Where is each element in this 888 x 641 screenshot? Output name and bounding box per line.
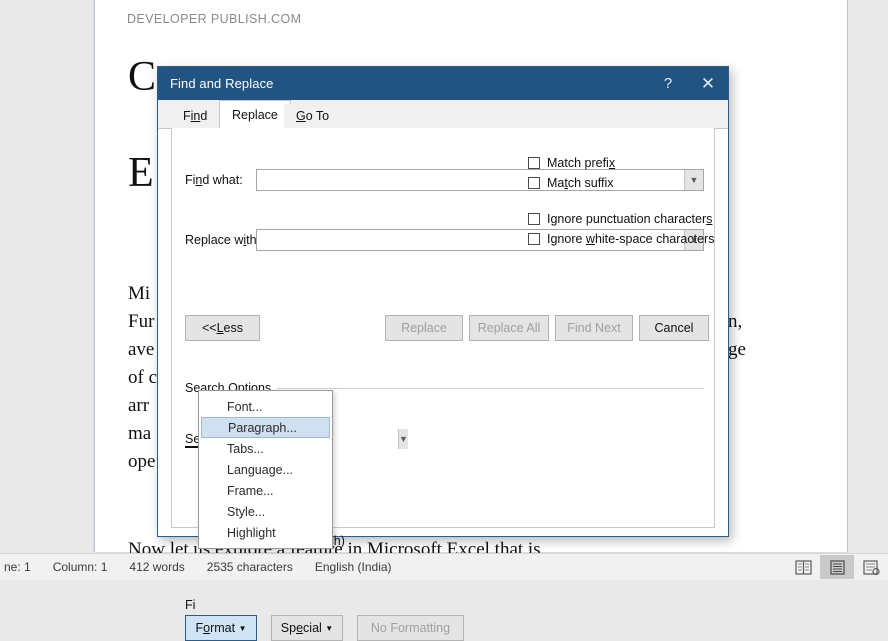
tab-find-label: Find <box>183 109 208 123</box>
checkbox-row-match-prefix[interactable]: Match prefix <box>528 156 615 170</box>
checkbox-match-suffix[interactable] <box>528 177 540 189</box>
status-column[interactable]: Column: 1 <box>53 560 108 574</box>
tab-replace[interactable]: Replace <box>219 100 291 128</box>
checkbox-label-ignore-whitespace: Ignore white-space characters <box>547 232 715 246</box>
status-bar-right <box>786 554 888 580</box>
status-character-count[interactable]: 2535 characters <box>207 560 293 574</box>
status-bar: ne: 1 Column: 1 412 words 2535 character… <box>0 553 888 580</box>
checkbox-ignore-whitespace[interactable] <box>528 233 540 245</box>
status-line[interactable]: ne: 1 <box>4 560 31 574</box>
document-tail-line: n, <box>728 311 743 332</box>
replace-with-label: Replace with: <box>185 233 261 247</box>
dialog-body: Find Replace Go To Find what: ▼ Replace … <box>158 100 728 641</box>
find-and-replace-dialog: Find and Replace ? ✕ Find Replace Go To … <box>157 66 729 641</box>
menu-item-highlight[interactable]: Highlight <box>199 522 332 543</box>
tab-find[interactable]: Find <box>171 104 220 128</box>
document-body-line: Mi <box>128 283 151 304</box>
less-button[interactable]: << Less <box>185 315 260 341</box>
dialog-title-buttons: ? ✕ <box>648 67 728 100</box>
document-tail-line: ge <box>728 339 746 360</box>
replace-panel: Find what: ▼ Replace with: ▼ << Less Rep… <box>171 128 715 641</box>
page-margin-rule-left <box>94 0 95 552</box>
checkbox-match-prefix[interactable] <box>528 157 540 169</box>
read-mode-glyph <box>794 559 812 575</box>
no-formatting-button[interactable]: No Formatting <box>357 615 464 641</box>
menu-item-font[interactable]: Font... <box>199 396 332 417</box>
find-what-label: Find what: <box>185 173 243 187</box>
special-button[interactable]: Sp e cial ▼ <box>271 615 343 641</box>
status-language[interactable]: English (India) <box>315 560 392 574</box>
document-heading-letter-e: E <box>128 150 154 196</box>
menu-item-style[interactable]: Style... <box>199 501 332 522</box>
document-body-line: Fur <box>128 311 155 332</box>
replace-button[interactable]: Replace <box>385 315 463 341</box>
document-body-line: of c <box>128 367 158 388</box>
find-what-input[interactable] <box>257 170 684 190</box>
dialog-title: Find and Replace <box>170 76 274 91</box>
checkbox-label-match-suffix: Match suffix <box>547 176 614 190</box>
find-what-combo[interactable]: ▼ <box>256 169 704 191</box>
print-layout-icon[interactable] <box>820 555 854 579</box>
document-body-line: ma <box>128 423 152 444</box>
close-icon[interactable]: ✕ <box>688 67 728 100</box>
menu-item-tabs[interactable]: Tabs... <box>199 438 332 459</box>
read-mode-icon[interactable] <box>786 555 820 579</box>
caret-down-icon: ▼ <box>325 623 334 633</box>
web-layout-icon[interactable] <box>854 555 888 579</box>
menu-item-paragraph[interactable]: Paragraph... <box>201 417 330 438</box>
format-button[interactable]: Fo rmat ▼ <box>185 615 257 641</box>
document-body-line: ope <box>128 451 156 472</box>
search-options-divider <box>272 388 704 389</box>
dialog-tab-strip: Find Replace Go To <box>158 100 728 129</box>
help-icon[interactable]: ? <box>648 67 688 100</box>
document-header-text: DEVELOPER PUBLISH.COM <box>127 12 302 26</box>
page-gutter-left <box>0 0 94 552</box>
find-section-label: Fi <box>185 598 196 612</box>
status-bar-left: ne: 1 Column: 1 412 words 2535 character… <box>0 560 392 574</box>
menu-item-frame[interactable]: Frame... <box>199 480 332 501</box>
replace-all-button[interactable]: Replace All <box>469 315 549 341</box>
checkbox-row-ignore-punctuation[interactable]: Ignore punctuation characters <box>528 212 712 226</box>
chevron-down-icon[interactable]: ▼ <box>684 170 703 190</box>
checkbox-row-ignore-whitespace[interactable]: Ignore white-space characters <box>528 232 714 246</box>
checkbox-ignore-punctuation[interactable] <box>528 213 540 225</box>
tab-replace-label: Replace <box>232 107 278 122</box>
tab-goto[interactable]: Go To <box>284 104 342 128</box>
checkbox-label-match-prefix: Match prefix <box>547 156 616 170</box>
find-next-button[interactable]: Find Next <box>555 315 633 341</box>
document-heading-letter-c: C <box>128 54 157 100</box>
menu-item-language[interactable]: Language... <box>199 459 332 480</box>
format-dropdown-menu: Font... Paragraph... Tabs... Language...… <box>198 390 333 549</box>
caret-down-icon: ▼ <box>238 623 247 633</box>
checkbox-label-ignore-punctuation: Ignore punctuation characters <box>547 212 713 226</box>
tab-goto-label: Go To <box>296 109 330 123</box>
web-layout-glyph <box>862 559 880 575</box>
status-word-count[interactable]: 412 words <box>129 560 184 574</box>
chevron-down-icon[interactable]: ▼ <box>398 429 408 449</box>
dialog-title-bar[interactable]: Find and Replace ? ✕ <box>158 67 728 100</box>
checkbox-row-match-suffix[interactable]: Match suffix <box>528 176 613 190</box>
page-gutter-right <box>848 0 888 552</box>
cancel-button[interactable]: Cancel <box>639 315 709 341</box>
document-body-line: ave <box>128 339 155 360</box>
print-layout-glyph <box>829 559 845 575</box>
document-body-line: arr <box>128 395 150 416</box>
